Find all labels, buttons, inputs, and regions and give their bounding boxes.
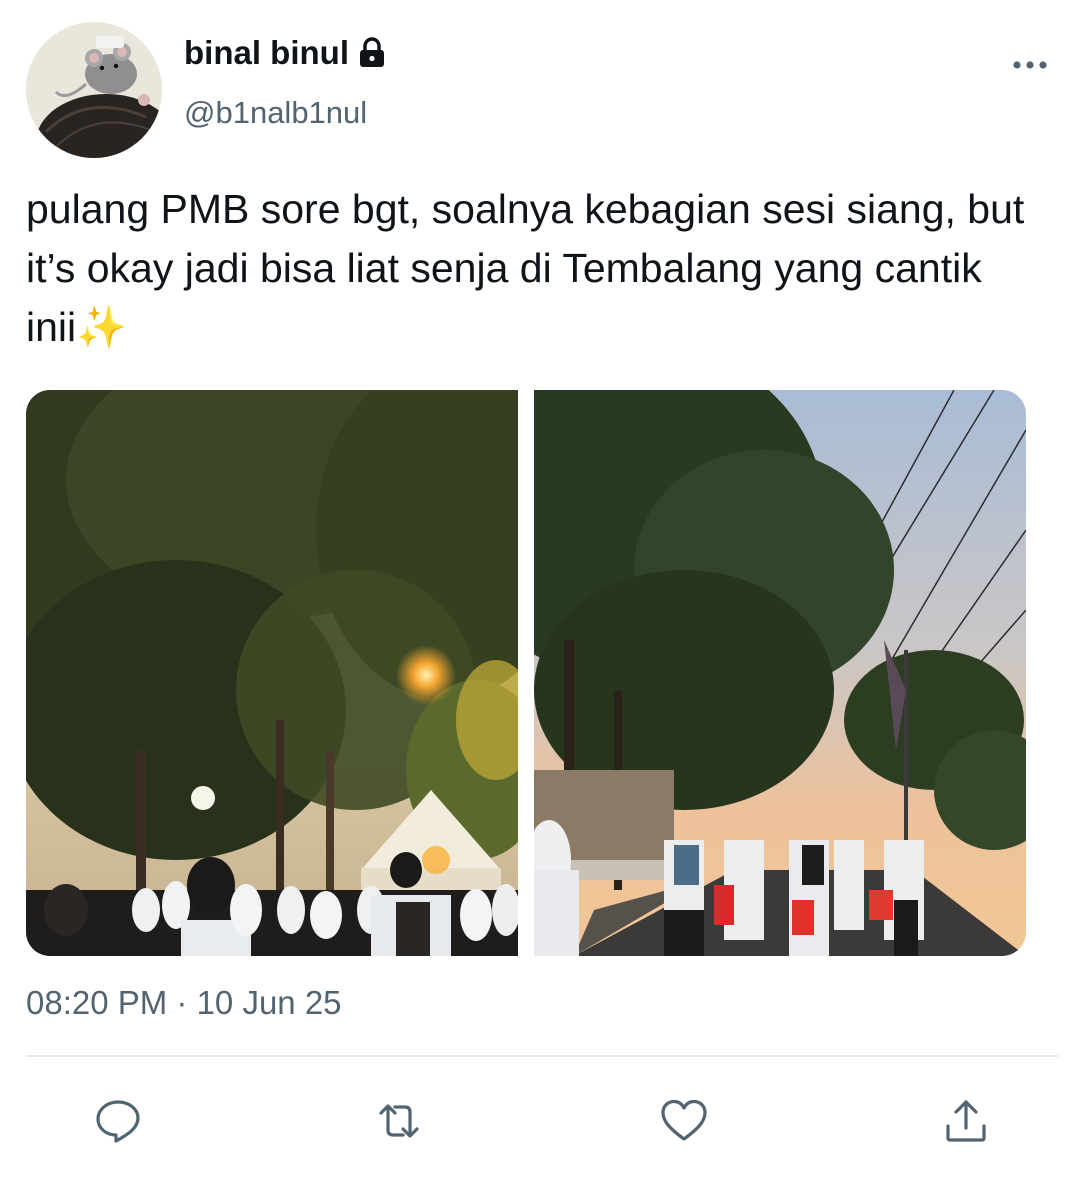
- tweet-card: binal binul @b1nalb1nul pulang PMB sore …: [0, 0, 1085, 1200]
- retweet-icon[interactable]: [374, 1096, 424, 1146]
- divider: [26, 1055, 1058, 1057]
- lock-icon: [357, 36, 387, 70]
- user-handle[interactable]: @b1nalb1nul: [184, 95, 367, 131]
- tweet-photo-1[interactable]: [26, 390, 518, 956]
- display-name-text: binal binul: [184, 34, 349, 71]
- display-name[interactable]: binal binul: [184, 34, 387, 72]
- avatar[interactable]: [26, 22, 162, 158]
- tweet-timestamp[interactable]: 08:20 PM · 10 Jun 25: [26, 984, 342, 1022]
- reply-icon[interactable]: [93, 1096, 143, 1146]
- more-horizontal-icon[interactable]: [1010, 52, 1050, 78]
- tweet-photo-2[interactable]: [534, 390, 1026, 956]
- tweet-text: pulang PMB sore bgt, soalnya kebagian se…: [26, 186, 1025, 350]
- heart-icon[interactable]: [659, 1096, 709, 1146]
- share-icon[interactable]: [941, 1096, 991, 1146]
